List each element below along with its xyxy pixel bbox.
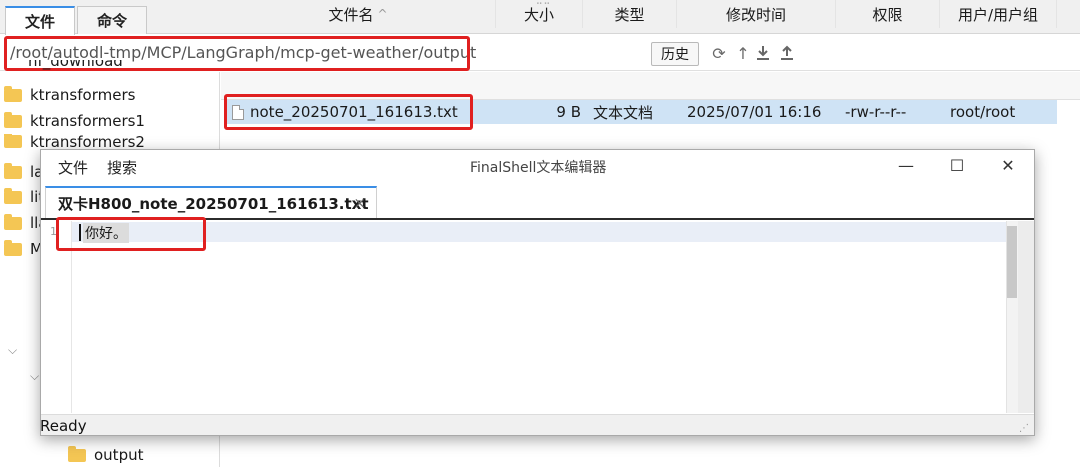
file-permissions: -rw-r--r-- <box>845 103 907 121</box>
editor-tab-label: 双卡H800_note_20250701_161613.txt <box>58 194 369 213</box>
folder-icon <box>4 239 22 256</box>
download-icon[interactable] <box>753 42 773 64</box>
file-modified: 2025/07/01 16:16 <box>687 103 822 121</box>
current-line-highlight <box>72 222 1006 242</box>
history-button[interactable]: 历史 <box>651 42 699 66</box>
editor-window-title: FinalShell文本编辑器 <box>470 160 607 176</box>
column-header-permissions[interactable]: 权限 <box>836 0 940 28</box>
editor-text-content[interactable]: 你好。 <box>83 223 129 243</box>
tab-files[interactable]: 文件 <box>5 6 75 35</box>
file-size: 9 B <box>556 103 581 121</box>
tree-item-label: ktransformers <box>30 86 136 104</box>
tree-item-label: ktransformers1 <box>30 112 145 130</box>
folder-icon <box>4 111 22 128</box>
line-number: 1 <box>50 225 57 238</box>
file-icon <box>232 100 244 124</box>
chevron-down-icon[interactable]: ⌵ <box>8 343 17 358</box>
refresh-icon[interactable]: ⟳ <box>709 42 729 64</box>
file-table-header <box>221 72 1080 100</box>
column-header-label: 权限 <box>872 5 903 24</box>
column-header-label: 大小 <box>523 5 554 24</box>
up-arrow-icon[interactable]: ↑ <box>733 42 753 64</box>
resize-grip-icon[interactable]: ⋰ <box>1019 423 1029 434</box>
tree-item-label: ktransformers2 <box>30 134 145 149</box>
tree-item[interactable]: hf_download <box>28 60 123 76</box>
tree-item-label: hf_download <box>28 60 123 70</box>
file-owner: root/root <box>950 103 1016 121</box>
folder-icon <box>68 445 86 462</box>
tree-item[interactable]: ktransformers2 <box>4 134 145 149</box>
status-text: Ready <box>40 417 87 435</box>
file-name: note_20250701_161613.txt <box>250 103 458 121</box>
folder-icon <box>4 213 22 230</box>
column-header-size[interactable]: 大小 <box>496 0 583 28</box>
editor-menu-file[interactable]: 文件 <box>58 157 88 178</box>
line-number-gutter <box>41 221 72 413</box>
editor-side-panel <box>1018 221 1034 413</box>
scrollbar-thumb[interactable] <box>1007 226 1017 298</box>
column-header-type[interactable]: 类型 <box>583 0 677 28</box>
column-header-label: 修改时间 <box>725 5 786 24</box>
minimize-button[interactable]: — <box>886 152 926 178</box>
column-header-modified[interactable]: 修改时间 <box>677 0 836 28</box>
column-header-owner[interactable]: 用户/用户组 <box>940 0 1057 28</box>
chevron-down-icon[interactable]: ⌵ <box>30 369 39 384</box>
history-button-label: 历史 <box>661 47 689 63</box>
maximize-button[interactable]: ☐ <box>937 152 977 178</box>
tree-item[interactable]: lit <box>4 185 44 209</box>
status-bar <box>41 414 1034 435</box>
folder-icon <box>4 162 22 179</box>
tree-item[interactable]: ktransformers1 <box>4 109 145 133</box>
editor-menu-search[interactable]: 搜索 <box>107 157 137 178</box>
tab-commands[interactable]: 命令 <box>77 6 147 34</box>
file-type: 文本文档 <box>593 103 654 122</box>
upload-icon[interactable] <box>777 42 797 64</box>
editor-file-tab[interactable]: 双卡H800_note_20250701_161613.txt × <box>45 186 377 218</box>
tree-item[interactable]: la <box>4 160 43 184</box>
tree-item-output[interactable]: output <box>68 443 143 467</box>
text-caret <box>79 224 81 241</box>
tab-commands-label: 命令 <box>96 12 127 30</box>
tree-item[interactable]: ktransformers <box>4 83 135 107</box>
tab-files-label: 文件 <box>24 13 55 31</box>
tree-item-label: output <box>94 446 144 464</box>
folder-icon <box>4 187 22 204</box>
column-header-label: 用户/用户组 <box>957 5 1039 24</box>
tree-item[interactable]: M <box>4 237 43 261</box>
sort-ascending-icon: ^ <box>377 7 388 21</box>
column-header-label: 文件名 <box>328 5 374 24</box>
column-header-label: 类型 <box>614 5 645 24</box>
folder-icon <box>4 85 22 102</box>
folder-icon <box>4 134 22 148</box>
column-header-name[interactable]: 文件名 ^ <box>221 0 496 28</box>
close-tab-icon[interactable]: × <box>353 194 366 212</box>
close-button[interactable]: ✕ <box>988 152 1028 178</box>
